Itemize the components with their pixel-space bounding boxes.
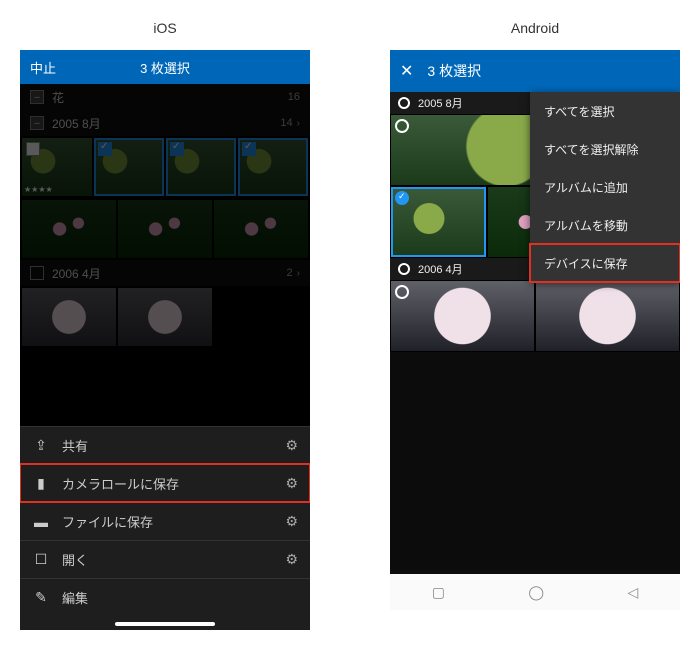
group-label: 2005 8月: [52, 115, 101, 132]
open-label: 開く: [62, 550, 88, 569]
save-cameraroll-label: カメラロールに保存: [62, 474, 179, 493]
group-label: 花: [52, 89, 64, 106]
save-icon: ▮: [32, 475, 50, 492]
menu-deselect-all[interactable]: すべてを選択解除: [530, 130, 680, 168]
action-sheet: ⇪ 共有 ⚙ ▮ カメラロールに保存 ⚙ ▬ ファイルに保存 ⚙ ☐ 開く ⚙ …: [20, 426, 310, 630]
ios-body: – 花 16 – 2005 8月 14 › ★★★★: [20, 84, 310, 348]
open-icon: ☐: [32, 551, 50, 568]
android-body: 2005 8月 2006 4月 2 枚の写真 すべてを選択: [390, 92, 680, 352]
group-count: 2: [287, 267, 293, 279]
chevron-right-icon: ›: [297, 268, 300, 279]
ios-column: iOS 中止 3 枚選択 – 花 16 – 2005 8月 14 › ★★★★: [10, 20, 320, 630]
open-button[interactable]: ☐ 開く ⚙: [20, 540, 310, 578]
collapse-icon: –: [30, 116, 44, 130]
edit-button[interactable]: ✎ 編集: [20, 578, 310, 616]
cancel-button[interactable]: 中止: [30, 58, 56, 77]
group-hana[interactable]: – 花 16: [20, 84, 310, 110]
radio-empty-icon: [398, 263, 410, 275]
checkbox-empty-icon: [30, 266, 44, 280]
photo-thumb: [214, 288, 308, 346]
photo-thumb[interactable]: [214, 200, 308, 258]
selection-title: 3 枚選択: [140, 58, 190, 77]
checkbox-checked-icon: [98, 142, 112, 156]
chevron-right-icon: ›: [297, 118, 300, 129]
checkbox-icon: [26, 142, 40, 156]
select-checked-icon: [395, 191, 409, 205]
edit-label: 編集: [62, 588, 88, 607]
select-ring-icon: [395, 119, 409, 133]
thumb-row-a3: [390, 280, 680, 352]
edit-icon: ✎: [32, 589, 50, 606]
ios-header: 中止 3 枚選択: [20, 50, 310, 84]
checkbox-checked-icon: [242, 142, 256, 156]
save-cameraroll-button[interactable]: ▮ カメラロールに保存 ⚙: [20, 464, 310, 502]
nav-home-icon[interactable]: ◯: [528, 584, 544, 601]
nav-recent-icon[interactable]: ▢: [432, 584, 445, 601]
photo-thumb[interactable]: [22, 288, 116, 346]
photo-thumb[interactable]: ★★★★: [22, 138, 92, 196]
android-phone: ✕ 3 枚選択 2005 8月 2006 4月 2 枚の写真: [390, 50, 680, 610]
thumb-row-2: [20, 198, 310, 260]
group-label: 2005 8月: [418, 95, 463, 111]
thumb-row-1: ★★★★: [20, 136, 310, 198]
home-indicator[interactable]: [115, 622, 215, 626]
group-label: 2006 4月: [52, 265, 101, 282]
photo-thumb[interactable]: [391, 187, 486, 257]
selection-title: 3 枚選択: [427, 61, 481, 81]
save-file-label: ファイルに保存: [62, 512, 153, 531]
android-header: ✕ 3 枚選択: [390, 50, 680, 92]
photo-thumb[interactable]: [391, 281, 534, 351]
gear-icon[interactable]: ⚙: [285, 475, 298, 492]
gear-icon[interactable]: ⚙: [285, 513, 298, 530]
overflow-menu: すべてを選択 すべてを選択解除 アルバムに追加 アルバムを移動 デバイスに保存: [530, 92, 680, 282]
thumb-row-3: [20, 286, 310, 348]
menu-add-album[interactable]: アルバムに追加: [530, 168, 680, 206]
android-label: Android: [511, 20, 559, 36]
folder-icon: ▬: [32, 514, 50, 530]
group-2005-8[interactable]: – 2005 8月 14 ›: [20, 110, 310, 136]
photo-thumb[interactable]: [94, 138, 164, 196]
photo-thumb[interactable]: [166, 138, 236, 196]
android-column: Android ✕ 3 枚選択 2005 8月 2006 4月 2 枚の写真: [380, 20, 690, 630]
android-navbar: ▢ ◯ ◁: [390, 574, 680, 610]
nav-back-icon[interactable]: ◁: [628, 584, 639, 601]
checkbox-checked-icon: [170, 142, 184, 156]
menu-save-device[interactable]: デバイスに保存: [530, 244, 680, 282]
group-count: 14: [280, 117, 292, 129]
group-label: 2006 4月: [418, 261, 463, 277]
gear-icon[interactable]: ⚙: [285, 551, 298, 568]
photo-thumb[interactable]: [238, 138, 308, 196]
share-button[interactable]: ⇪ 共有 ⚙: [20, 426, 310, 464]
share-icon: ⇪: [32, 437, 50, 454]
save-file-button[interactable]: ▬ ファイルに保存 ⚙: [20, 502, 310, 540]
rating-stars: ★★★★: [24, 185, 53, 194]
radio-empty-icon: [398, 97, 410, 109]
photo-thumb[interactable]: [118, 200, 212, 258]
gear-icon[interactable]: ⚙: [285, 437, 298, 454]
menu-move-album[interactable]: アルバムを移動: [530, 206, 680, 244]
group-count: 16: [288, 91, 300, 103]
select-ring-icon: [395, 285, 409, 299]
close-icon[interactable]: ✕: [400, 61, 413, 81]
photo-thumb[interactable]: [22, 200, 116, 258]
group-2006-4[interactable]: 2006 4月 2 ›: [20, 260, 310, 286]
menu-select-all[interactable]: すべてを選択: [530, 92, 680, 130]
photo-thumb[interactable]: [536, 281, 679, 351]
ios-label: iOS: [153, 20, 176, 36]
collapse-icon: –: [30, 90, 44, 104]
share-label: 共有: [62, 436, 88, 455]
ios-phone: 中止 3 枚選択 – 花 16 – 2005 8月 14 › ★★★★: [20, 50, 310, 630]
photo-thumb[interactable]: [118, 288, 212, 346]
